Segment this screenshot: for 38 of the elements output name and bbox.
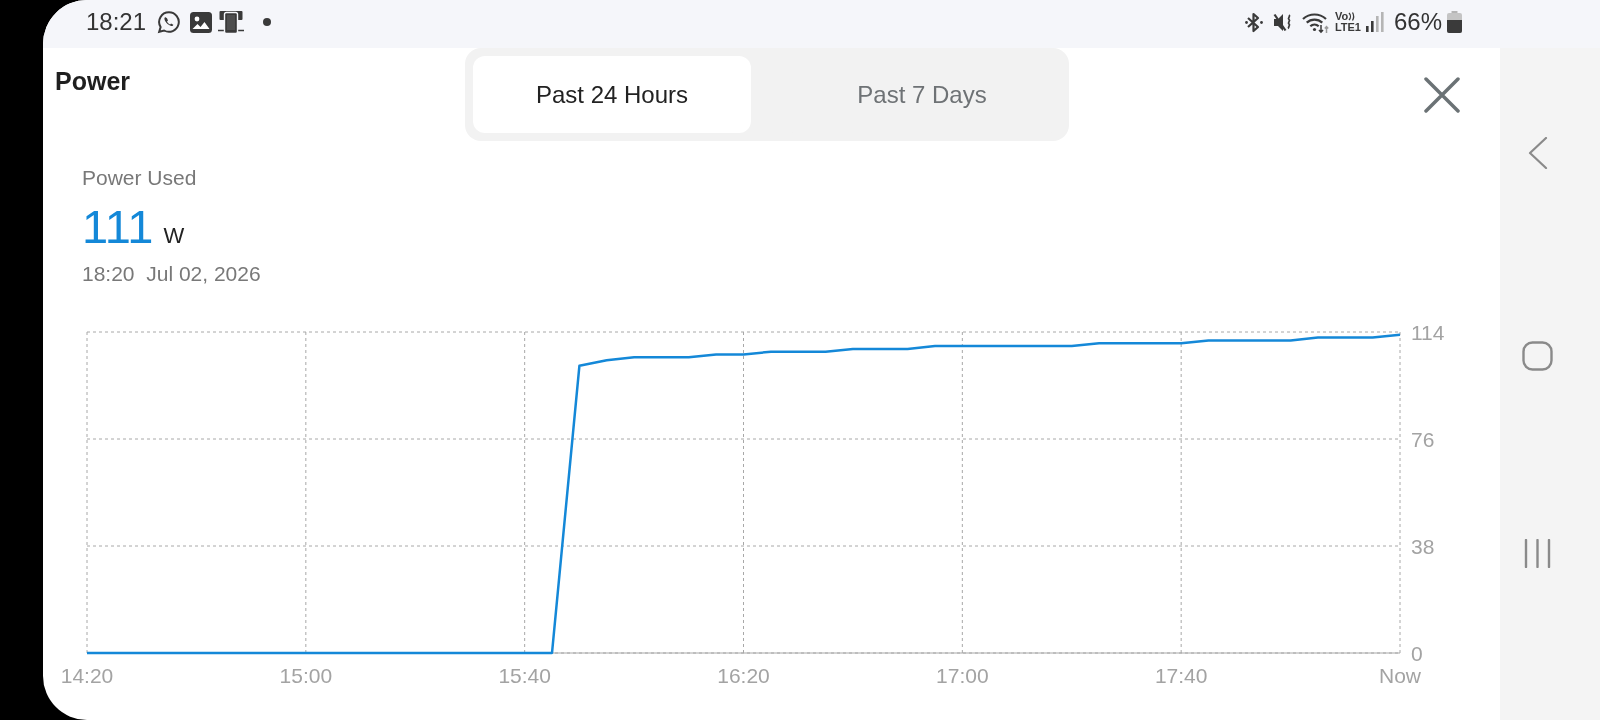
y-axis-label: 0: [1411, 641, 1423, 665]
bluetooth-icon: [1244, 11, 1263, 33]
metric-label: Power Used: [82, 166, 197, 190]
status-time: 18:21: [86, 10, 147, 34]
home-button[interactable]: [1522, 341, 1553, 371]
recents-button[interactable]: [1524, 539, 1551, 568]
close-button[interactable]: [1424, 77, 1460, 113]
tab[interactable]: Past 24 Hours: [473, 56, 751, 133]
recents-icon: [1524, 539, 1551, 568]
battery-percent: 66%: [1393, 10, 1442, 34]
back-icon: [1528, 137, 1548, 169]
network-label: LTE1: [1334, 22, 1361, 33]
y-axis-label: 114: [1411, 320, 1445, 344]
y-axis-label: 76: [1411, 427, 1435, 451]
close-icon: [1424, 77, 1460, 113]
metric-timestamp: 18:20 Jul 02, 2026: [82, 262, 261, 286]
y-axis-label: 38: [1411, 534, 1435, 558]
home-icon: [1522, 341, 1553, 371]
volte-label: Vo: [1334, 11, 1349, 22]
image-icon: [190, 11, 213, 33]
notification-dot-icon: [263, 18, 272, 26]
page-title: Power: [55, 67, 131, 95]
battery-icon: [1447, 11, 1462, 33]
metric-value: 111: [82, 204, 154, 250]
chat-bubble-icon: [157, 10, 182, 34]
x-axis-label: Now: [1379, 663, 1421, 687]
metric-unit: W: [163, 224, 185, 248]
x-axis-label: 17:00: [936, 663, 989, 687]
x-axis-label: 15:00: [279, 663, 333, 687]
x-axis-label: 15:40: [498, 663, 551, 687]
back-button[interactable]: [1528, 137, 1548, 169]
device-icon: [218, 10, 245, 34]
x-axis-label: 16:20: [717, 663, 770, 687]
signal-bars-icon: [1365, 12, 1384, 32]
wifi-icon: [1301, 10, 1330, 34]
x-axis-label: 14:20: [60, 663, 114, 687]
x-axis-label: 17:40: [1154, 663, 1208, 687]
radio-waves-icon: [1348, 12, 1357, 21]
